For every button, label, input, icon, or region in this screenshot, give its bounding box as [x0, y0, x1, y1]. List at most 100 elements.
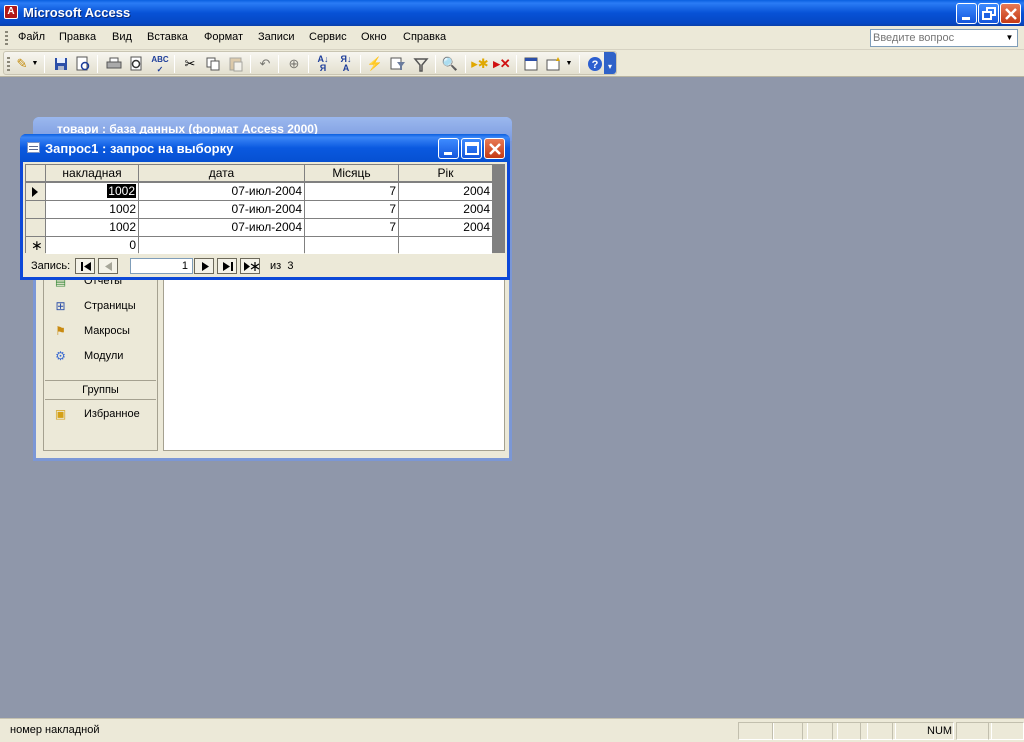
filter-by-selection-icon[interactable]: ⚡ — [366, 55, 384, 73]
view-dropdown-icon[interactable]: ▼ — [30, 55, 40, 73]
table-cell[interactable]: 07-июл-2004 — [139, 183, 304, 200]
menu-edit[interactable]: Правка — [59, 31, 96, 43]
find-icon[interactable]: 🔍 — [441, 55, 459, 73]
restore-button[interactable] — [978, 3, 999, 24]
num-lock-indicator: NUM — [892, 722, 954, 740]
menu-grip[interactable] — [5, 31, 8, 45]
table-cell[interactable]: 7 — [305, 219, 398, 236]
new-record-icon[interactable]: ▸✱ — [471, 55, 489, 73]
table-cell[interactable]: 1002 — [46, 201, 138, 218]
table-cell[interactable]: 1002 — [46, 183, 138, 200]
new-object-icon[interactable] — [545, 55, 563, 73]
app-title-bar[interactable]: A Microsoft Access — [0, 0, 1024, 26]
cut-icon[interactable]: ✂ — [181, 55, 199, 73]
svg-text:?: ? — [592, 59, 599, 71]
help-icon[interactable]: ? — [586, 55, 604, 73]
select-all-corner[interactable] — [26, 165, 45, 182]
record-label: Запись: — [31, 260, 71, 272]
record-selector[interactable] — [26, 201, 45, 218]
paste-icon[interactable] — [227, 55, 245, 73]
table-cell-new[interactable] — [399, 237, 492, 254]
object-label: Страницы — [84, 300, 136, 312]
search-file-icon[interactable] — [74, 55, 92, 73]
sort-ascending-icon[interactable]: A↓ Я — [314, 55, 332, 73]
table-cell[interactable]: 07-июл-2004 — [139, 201, 304, 218]
last-record-button[interactable] — [217, 258, 237, 274]
toolbar-separator — [174, 55, 175, 73]
column-header-nakladna[interactable]: накладная — [46, 165, 138, 182]
record-selector-new[interactable]: ∗ — [26, 237, 45, 254]
record-selector-current[interactable] — [26, 183, 45, 200]
toolbar-grip[interactable] — [7, 57, 10, 71]
app-title: Microsoft Access — [23, 5, 131, 20]
properties-icon[interactable] — [522, 55, 540, 73]
filter-by-form-icon[interactable] — [389, 55, 407, 73]
insert-hyperlink-icon[interactable]: ⊕ — [285, 55, 303, 73]
toolbar-separator — [250, 55, 251, 73]
table-cell[interactable]: 07-июл-2004 — [139, 219, 304, 236]
apply-filter-icon[interactable] — [412, 55, 430, 73]
spelling-icon[interactable]: ABC ✓ — [151, 55, 169, 74]
menu-insert[interactable]: Вставка — [147, 31, 188, 43]
current-record-field[interactable] — [130, 258, 193, 274]
new-record-icon: ∗ — [31, 237, 43, 253]
delete-record-icon[interactable]: ▸✕ — [493, 55, 511, 73]
sort-descending-icon[interactable]: Я↓ A — [337, 55, 355, 73]
table-cell-new[interactable] — [139, 237, 304, 254]
table-cell[interactable]: 2004 — [399, 183, 492, 200]
minimize-button[interactable] — [956, 3, 977, 24]
print-preview-icon[interactable] — [128, 55, 146, 73]
column-header-misyac[interactable]: Місяць — [305, 165, 398, 182]
ask-question-input[interactable] — [873, 31, 1003, 45]
menu-format[interactable]: Формат — [204, 31, 243, 43]
menu-tools[interactable]: Сервис — [309, 31, 347, 43]
undo-icon[interactable]: ↶ — [256, 55, 274, 73]
column-header-rik[interactable]: Рік — [399, 165, 492, 182]
table-cell[interactable]: 7 — [305, 183, 398, 200]
toolbar-separator — [308, 55, 309, 73]
menu-records[interactable]: Записи — [258, 31, 295, 43]
maximize-icon — [465, 142, 479, 155]
record-selector[interactable] — [26, 219, 45, 236]
query-window-title-bar[interactable]: Запрос1 : запрос на выборку — [20, 134, 510, 162]
toolbar-separator — [44, 55, 45, 73]
menu-view[interactable]: Вид — [112, 31, 132, 43]
query-minimize-button[interactable] — [438, 138, 459, 159]
menu-window[interactable]: Окно — [361, 31, 387, 43]
new-object-dropdown-icon[interactable]: ▼ — [564, 55, 574, 73]
toolbar-options-chevron-icon[interactable]: ▾ — [604, 52, 616, 74]
table-cell[interactable]: 2004 — [399, 219, 492, 236]
save-icon[interactable] — [52, 55, 70, 73]
toolbar: ✎ ▼ ABC ✓ ✂ ↶ ⊕ A↓ Я Я↓ A ⚡ 🔍 ▸✱ ▸✕ ▼ ? ▾ — [0, 50, 1024, 77]
next-record-button[interactable] — [194, 258, 214, 274]
groups-header[interactable]: Группы — [45, 380, 156, 400]
query-close-button[interactable] — [484, 138, 505, 159]
table-cell[interactable]: 7 — [305, 201, 398, 218]
restore-icon — [982, 7, 996, 20]
close-icon — [489, 143, 501, 155]
table-cell[interactable]: 2004 — [399, 201, 492, 218]
access-app-icon[interactable]: A — [4, 5, 18, 19]
design-view-icon[interactable]: ✎ — [13, 55, 31, 73]
table-cell-new[interactable]: 0 — [46, 237, 138, 254]
cell-value-focused[interactable]: 1002 — [107, 184, 136, 198]
print-icon[interactable] — [105, 55, 123, 73]
status-bar: номер накладной NUM — [0, 718, 1024, 742]
copy-icon[interactable] — [204, 55, 222, 73]
query-maximize-button[interactable] — [461, 138, 482, 159]
query-window[interactable]: Запрос1 : запрос на выборку накладная да… — [20, 134, 510, 280]
chevron-down-icon[interactable]: ▼ — [1003, 31, 1016, 45]
first-record-button[interactable] — [75, 258, 95, 274]
menu-bar: Файл Правка Вид Вставка Формат Записи Се… — [0, 26, 1024, 50]
table-cell-new[interactable] — [305, 237, 398, 254]
ask-question-box[interactable]: ▼ — [870, 29, 1018, 47]
new-record-button[interactable] — [240, 258, 260, 274]
column-header-data[interactable]: дата — [139, 165, 304, 182]
toolbar-separator — [97, 55, 98, 73]
close-button[interactable] — [1000, 3, 1021, 24]
previous-record-button[interactable] — [98, 258, 118, 274]
menu-file[interactable]: Файл — [18, 31, 45, 43]
table-cell[interactable]: 1002 — [46, 219, 138, 236]
menu-help[interactable]: Справка — [403, 31, 446, 43]
objects-list[interactable] — [163, 267, 505, 451]
